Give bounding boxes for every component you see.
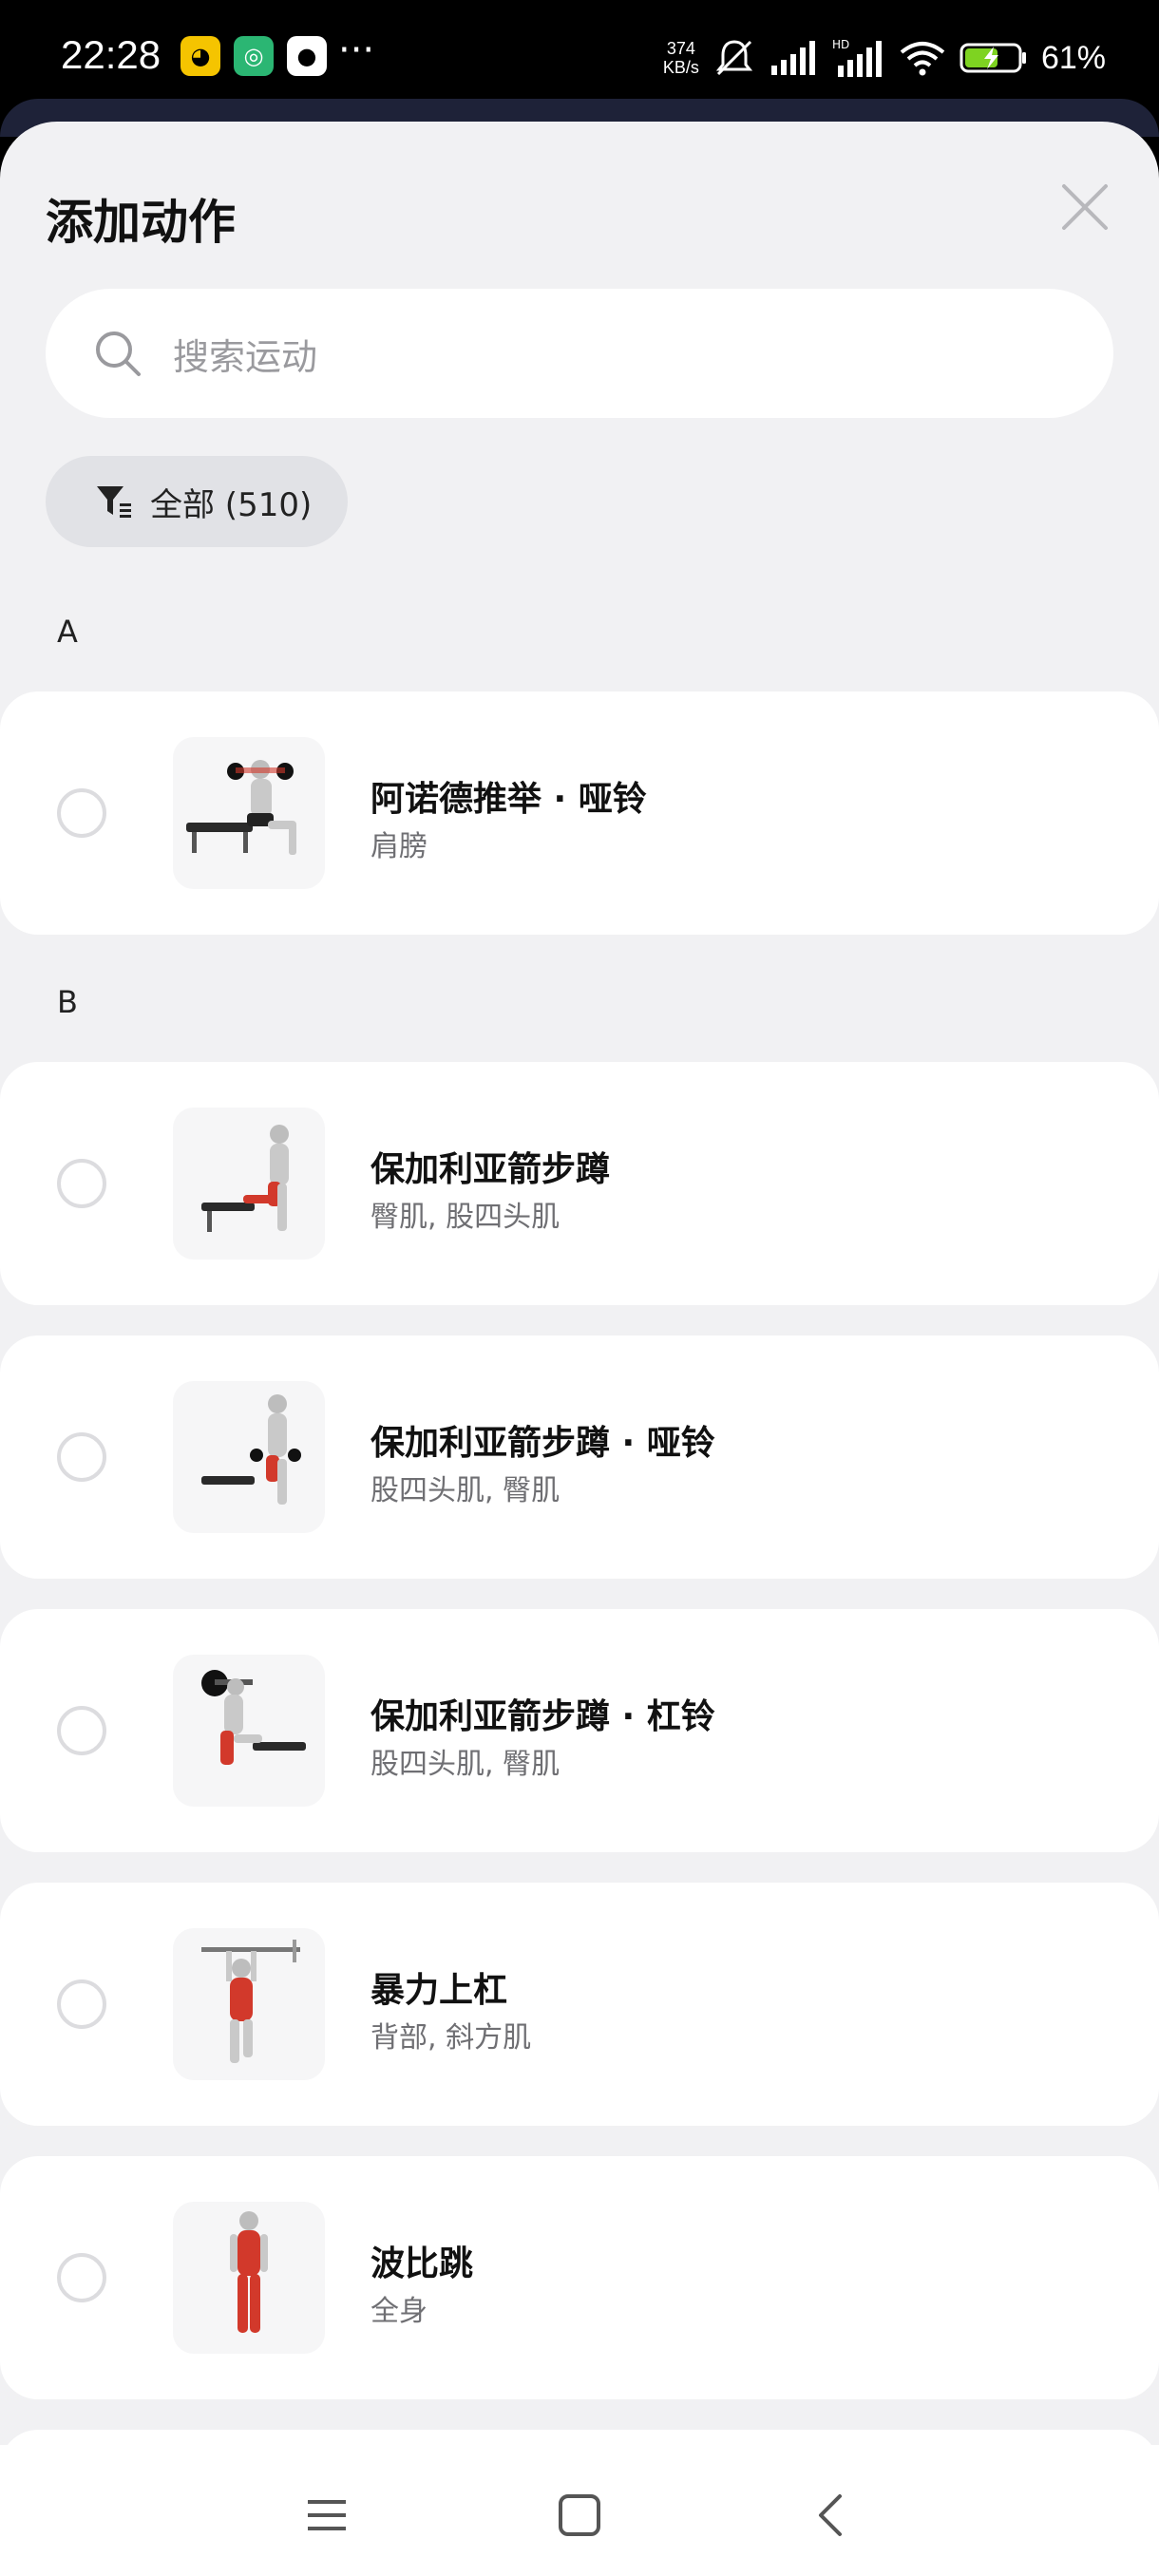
signal-icon	[770, 41, 815, 75]
status-bar: 22:28 ◕ ◎ ● ··· 374 KB/s HD 61%	[0, 0, 1159, 104]
sheet-title: 添加动作	[46, 195, 236, 250]
menu-icon[interactable]	[300, 2489, 353, 2542]
add-exercise-sheet: 添加动作 搜索运动 全部 (510) A 阿诺德推举 · 哑铃 肩膀 B 保加利…	[0, 122, 1159, 2576]
network-speed: 374 KB/s	[662, 39, 699, 77]
exercise-muscles: 股四头肌, 臀肌	[370, 1748, 560, 1781]
exercise-name: 保加利亚箭步蹲 · 杠铃	[370, 1697, 715, 1736]
search-input[interactable]: 搜索运动	[46, 289, 1113, 418]
status-indicators: 374 KB/s HD 61%	[663, 34, 1106, 82]
exercise-name: 阿诺德推举 · 哑铃	[370, 780, 647, 819]
exercise-muscles: 股四头肌, 臀肌	[370, 1474, 560, 1507]
exercise-card[interactable]: 暴力上杠 背部, 斜方肌	[0, 1883, 1159, 2126]
exercise-card[interactable]: 保加利亚箭步蹲 · 杠铃 股四头肌, 臀肌	[0, 1609, 1159, 1852]
status-time: 22:28	[61, 32, 162, 77]
close-icon[interactable]	[1056, 179, 1113, 236]
home-icon[interactable]	[553, 2489, 606, 2542]
svg-text:HD: HD	[832, 38, 849, 51]
exercise-name: 暴力上杠	[370, 1971, 508, 2010]
exercise-thumbnail	[173, 1108, 325, 1260]
select-radio[interactable]	[57, 1159, 106, 1208]
exercise-card[interactable]: 阿诺德推举 · 哑铃 肩膀	[0, 691, 1159, 935]
notification-app-icon: ◕	[180, 36, 220, 76]
exercise-thumbnail	[173, 1381, 325, 1533]
battery-percent: 61%	[1040, 39, 1106, 76]
notification-app-icon: ◎	[234, 36, 274, 76]
wifi-icon	[900, 42, 945, 76]
exercise-name: 波比跳	[370, 2245, 474, 2283]
back-icon[interactable]	[806, 2489, 859, 2542]
mute-icon	[715, 40, 753, 76]
search-placeholder: 搜索运动	[173, 335, 318, 378]
section-header-a: A	[57, 614, 78, 650]
exercise-muscles: 臀肌, 股四头肌	[370, 1201, 560, 1234]
select-radio[interactable]	[57, 1706, 106, 1755]
exercise-card[interactable]: 保加利亚箭步蹲 · 哑铃 股四头肌, 臀肌	[0, 1335, 1159, 1579]
filter-chip[interactable]: 全部 (510)	[46, 456, 348, 547]
section-header-b: B	[57, 984, 78, 1020]
select-radio[interactable]	[57, 788, 106, 838]
signal-hd-icon: HD	[832, 38, 882, 77]
battery-icon	[960, 43, 1026, 73]
select-radio[interactable]	[57, 1979, 106, 2029]
exercise-muscles: 全身	[370, 2295, 428, 2328]
exercise-thumbnail	[173, 1928, 325, 2080]
exercise-card[interactable]: 波比跳 全身	[0, 2156, 1159, 2399]
select-radio[interactable]	[57, 2253, 106, 2302]
exercise-thumbnail	[173, 2202, 325, 2354]
exercise-name: 保加利亚箭步蹲	[370, 1150, 611, 1189]
exercise-card[interactable]: 保加利亚箭步蹲 臀肌, 股四头肌	[0, 1062, 1159, 1305]
select-radio[interactable]	[57, 1432, 106, 1482]
qq-icon: ●	[287, 36, 327, 76]
search-icon	[96, 331, 141, 376]
filter-label: 全部 (510)	[150, 485, 313, 524]
system-navigation-bar	[0, 2445, 1159, 2576]
exercise-thumbnail	[173, 1655, 325, 1807]
exercise-name: 保加利亚箭步蹲 · 哑铃	[370, 1424, 715, 1463]
exercise-thumbnail	[173, 737, 325, 889]
exercise-muscles: 肩膀	[370, 830, 428, 863]
filter-icon	[97, 486, 131, 518]
more-notifications-icon: ···	[338, 28, 375, 72]
exercise-muscles: 背部, 斜方肌	[370, 2021, 532, 2055]
